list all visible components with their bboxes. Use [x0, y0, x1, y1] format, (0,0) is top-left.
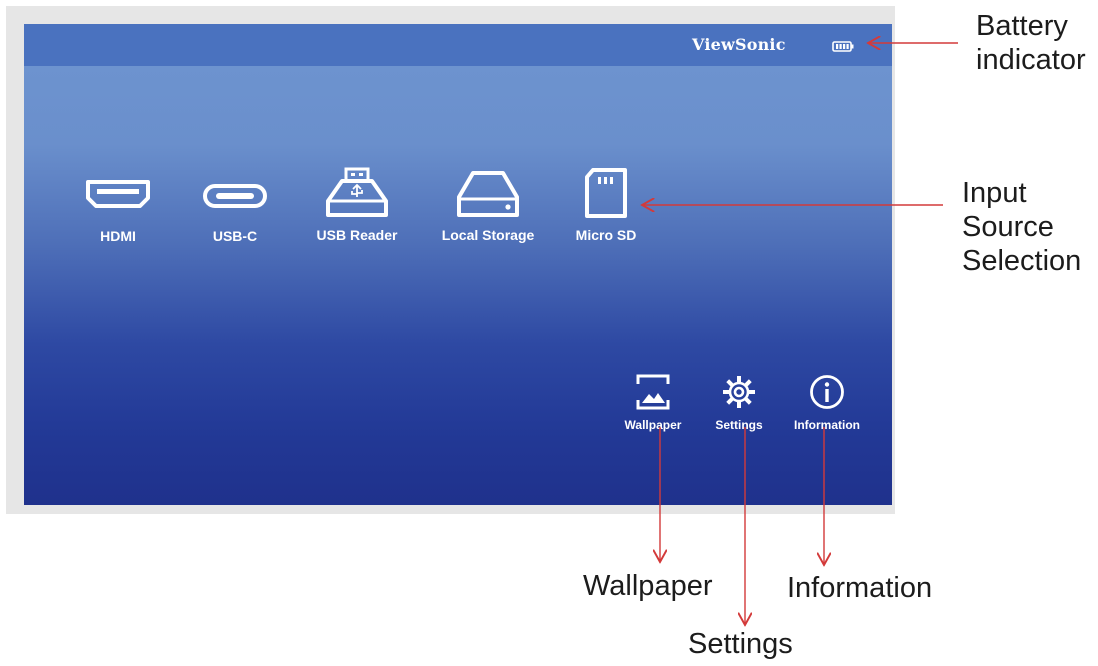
callout-settings-text: Settings: [688, 628, 793, 660]
callout-battery: Battery indicator: [976, 9, 1096, 77]
callout-wallpaper-text: Wallpaper: [583, 570, 713, 602]
callout-wallpaper: Wallpaper: [583, 569, 712, 603]
callout-information: Information: [787, 571, 932, 605]
callout-input-text: Input Source Selection: [962, 177, 1082, 277]
callout-arrows: [0, 0, 958, 666]
callout-input: Input Source Selection: [962, 176, 1092, 278]
callout-information-text: Information: [787, 572, 933, 604]
callout-settings: Settings: [688, 627, 793, 661]
callout-battery-text: Battery indicator: [976, 10, 1086, 76]
